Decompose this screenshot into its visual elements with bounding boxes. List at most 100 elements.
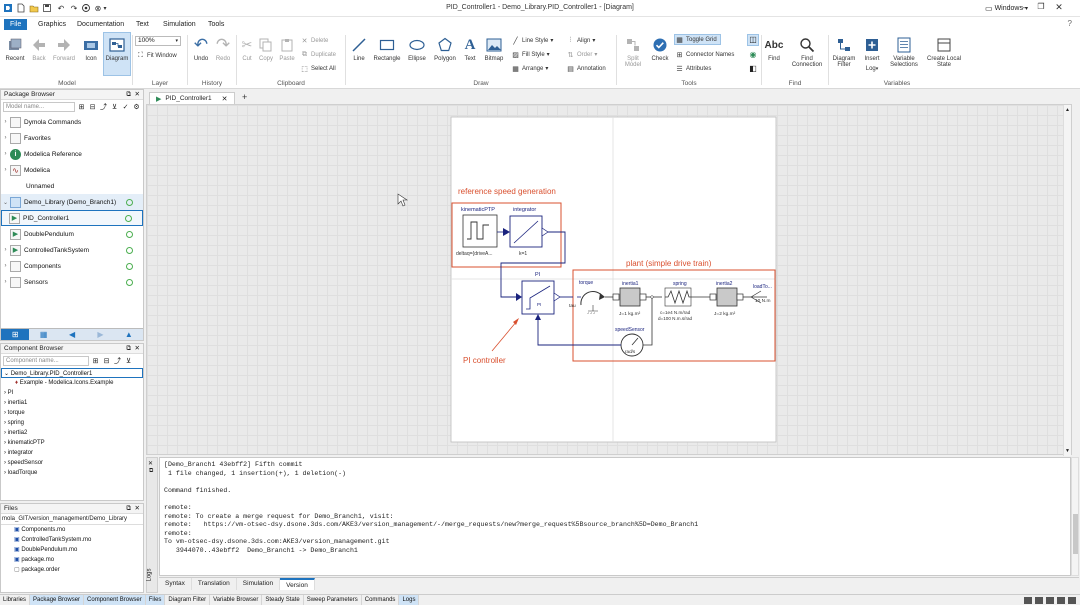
tree-view-icon[interactable]: ⊞ — [1, 329, 30, 340]
close-button[interactable]: ✕ — [1052, 2, 1066, 15]
select-all-button[interactable]: ⬚ Select All — [300, 63, 336, 74]
dock-tab-logs[interactable]: Logs — [399, 595, 420, 605]
collapse-tree-icon[interactable]: ⊟ — [102, 357, 111, 365]
menu-documentation[interactable]: Documentation — [74, 19, 127, 30]
variable-selections-button[interactable]: Variable Selections — [886, 33, 922, 77]
locate-icon[interactable]: ⤴ — [113, 356, 122, 366]
delete-button[interactable]: ✕ Delete — [300, 35, 329, 46]
tab-version[interactable]: Version — [280, 578, 315, 590]
canvas-vertical-scrollbar[interactable]: ▲ ▼ — [1063, 105, 1071, 456]
find-button[interactable]: Abc Find — [763, 33, 785, 77]
bitmap-tool-button[interactable]: Bitmap — [482, 33, 506, 77]
package-item-modelica[interactable]: › ∿ Modelica — [1, 162, 143, 178]
package-item-favorites[interactable]: › Favorites — [1, 130, 143, 146]
file-item[interactable]: ▢ package.order — [1, 565, 143, 575]
logs-side-tab[interactable]: ✕ ⧉ Logs — [146, 457, 158, 593]
menu-text[interactable]: Text — [133, 19, 152, 30]
menu-file[interactable]: File — [4, 19, 28, 30]
component-item-inertia2[interactable]: › inertia2 — [1, 428, 143, 438]
redo-button[interactable]: ↷ Redo — [212, 33, 234, 77]
tab-simulation[interactable]: Simulation — [237, 578, 281, 590]
dock-tab-files[interactable]: Files — [145, 595, 166, 605]
check-all-icon[interactable]: ✓ — [121, 103, 130, 111]
find-connection-button[interactable]: Find Connection — [787, 33, 827, 77]
dock-tab-steady-state[interactable]: Steady State — [262, 595, 304, 605]
close-icon[interactable]: ✕ — [135, 344, 140, 354]
tree-expander[interactable]: › — [1, 135, 10, 141]
menu-simulation[interactable]: Simulation — [160, 19, 199, 30]
package-item-doublependulum[interactable]: ▶ DoublePendulum — [1, 226, 143, 242]
library-view-icon[interactable]: ▦ — [29, 329, 57, 340]
component-root[interactable]: ⌄ Demo_Library.PID_Controller1 — [1, 368, 143, 378]
scroll-down-icon[interactable]: ▼ — [1065, 448, 1070, 454]
check-button[interactable]: Check — [648, 33, 672, 77]
close-icon[interactable]: ✕ — [135, 90, 140, 100]
package-item-controlledtanksystem[interactable]: › ▶ ControlledTankSystem — [1, 242, 143, 258]
console-scroll-thumb[interactable] — [1073, 514, 1078, 554]
nav-up-icon[interactable]: ▲ — [115, 329, 143, 340]
close-tab-icon[interactable]: ✕ — [222, 95, 228, 103]
rectangle-tool-button[interactable]: Rectangle — [371, 33, 403, 77]
help-icon[interactable]: ? — [1068, 19, 1072, 28]
ellipse-tool-button[interactable]: Ellipse — [405, 33, 429, 77]
recent-button[interactable]: Recent — [3, 33, 27, 77]
diagram-svg[interactable]: reference speed generation kinematicPTP … — [147, 105, 1073, 456]
diagram-canvas[interactable]: reference speed generation kinematicPTP … — [146, 104, 1073, 456]
collapse-tree-icon[interactable]: ⊟ — [88, 103, 97, 111]
fit-window-button[interactable]: ⛶ Fit Window — [136, 50, 177, 61]
back-button[interactable]: Back — [28, 33, 50, 77]
component-search-input[interactable]: Component name... — [3, 356, 89, 366]
polygon-tool-button[interactable]: Polygon — [431, 33, 459, 77]
component-item-spring[interactable]: › spring — [1, 418, 143, 428]
tree-expander[interactable]: › — [1, 119, 10, 125]
tree-expander[interactable]: › — [1, 263, 10, 269]
locate-icon[interactable]: ⤴ — [99, 102, 108, 112]
file-item[interactable]: ▣ DoublePendulum.mo — [1, 545, 143, 555]
expand-tree-icon[interactable]: ⊞ — [77, 103, 86, 111]
close-icon[interactable]: ✕ — [148, 460, 153, 467]
tree-expander[interactable]: › — [1, 151, 10, 157]
minimize-button[interactable]: – — [1018, 2, 1032, 15]
package-item-dymola-commands[interactable]: › Dymola Commands — [1, 114, 143, 130]
inertia2-block[interactable] — [716, 287, 738, 307]
component-item-torque[interactable]: › torque — [1, 408, 143, 418]
dock-tab-libraries[interactable]: Libraries — [0, 595, 31, 605]
package-item-components[interactable]: › Components — [1, 258, 143, 274]
expand-tree-icon[interactable]: ⊞ — [91, 357, 100, 365]
toggle-grid-button[interactable]: ▦ Toggle Grid — [674, 34, 721, 45]
menu-tools[interactable]: Tools — [205, 19, 227, 30]
undock-icon[interactable]: ⧉ — [126, 90, 131, 100]
line-tool-button[interactable]: Line — [349, 33, 369, 77]
attributes-button[interactable]: ☰ Attributes — [675, 63, 711, 74]
duplicate-button[interactable]: ⧉ Duplicate — [300, 49, 336, 60]
add-tab-button[interactable]: + — [242, 92, 247, 102]
restore-button[interactable]: ❐ — [1034, 2, 1048, 15]
label-toggle-icon[interactable]: ◧ — [747, 63, 759, 75]
nav-back-icon[interactable]: ◀ — [58, 329, 86, 340]
filter-icon[interactable]: ⊻ — [124, 357, 133, 365]
component-item-inertia1[interactable]: › inertia1 — [1, 398, 143, 408]
component-item-kinematicptp[interactable]: › kinematicPTP — [1, 438, 143, 448]
routing-toggle-icon[interactable]: ◉ — [747, 49, 759, 61]
file-item[interactable]: ▣ Components.mo — [1, 525, 143, 535]
paste-button[interactable]: Paste — [277, 33, 297, 77]
text-tool-button[interactable]: A Text — [461, 33, 479, 77]
component-item-pi[interactable]: › PI — [1, 388, 143, 398]
settings-icon[interactable]: ⚙ — [132, 103, 141, 111]
align-button[interactable]: ⫶ Align ▾ — [566, 35, 596, 46]
dock-tab-commands[interactable]: Commands — [362, 595, 400, 605]
snap-toggle-icon[interactable]: ◫ — [747, 34, 759, 46]
diagram-layer-button[interactable]: Diagram — [103, 32, 131, 76]
connector-names-button[interactable]: ⊞ Connector Names — [675, 49, 735, 60]
tree-expander[interactable]: ⌄ — [1, 199, 10, 206]
zoom-select[interactable]: 100% ▾ — [135, 36, 181, 46]
dock-tab-component-browser[interactable]: Component Browser — [84, 595, 146, 605]
undo-button[interactable]: ↶ Undo — [190, 33, 212, 77]
inertia1-block[interactable] — [619, 287, 641, 307]
copy-button[interactable]: Copy — [257, 33, 275, 77]
component-item-integrator[interactable]: › integrator — [1, 448, 143, 458]
console-scrollbar[interactable] — [1071, 457, 1079, 576]
model-search-input[interactable]: Model name... — [3, 102, 75, 112]
package-item-unnamed[interactable]: Unnamed — [1, 178, 143, 194]
create-local-state-button[interactable]: Create Local State — [924, 33, 964, 77]
